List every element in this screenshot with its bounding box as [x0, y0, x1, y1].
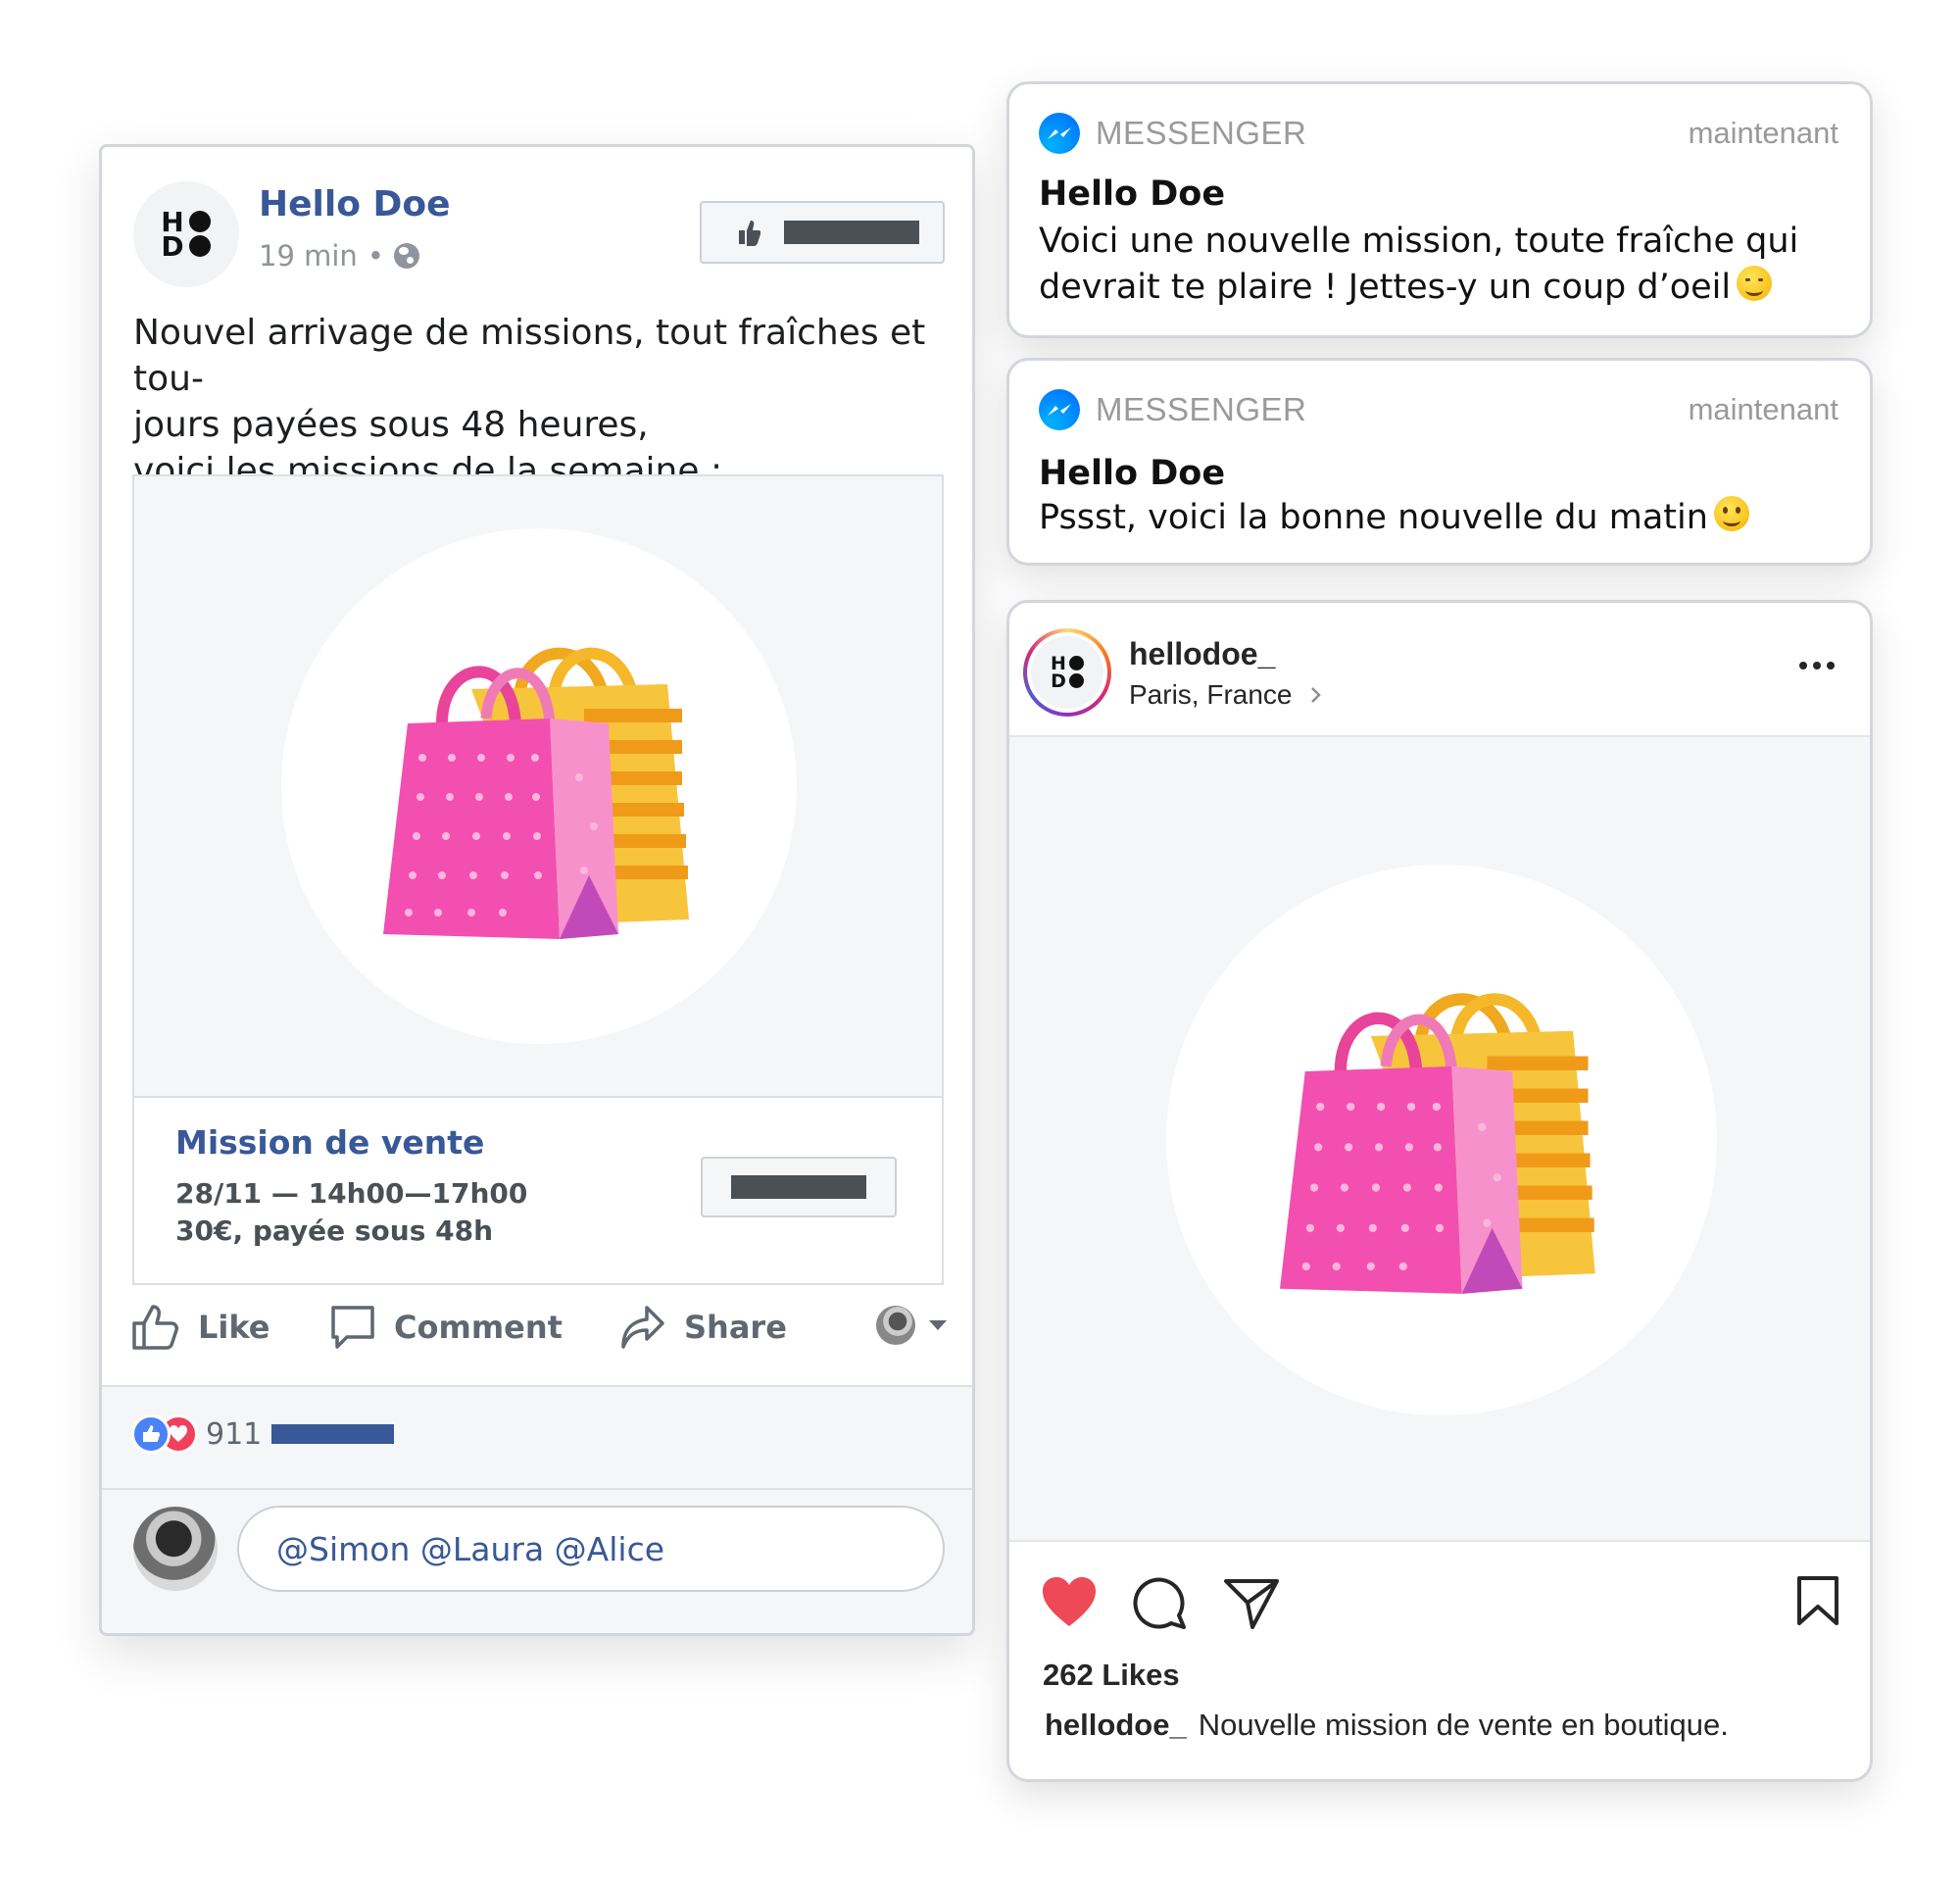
share-label: Share: [684, 1309, 787, 1346]
like-page-button[interactable]: [700, 201, 945, 264]
instagram-post-card: H D hellodoe_ Paris, France 262 Likes he…: [1006, 600, 1873, 1782]
messenger-notification[interactable]: MESSENGER maintenant Hello Doe Voici une…: [1006, 81, 1873, 338]
comment-icon[interactable]: [1133, 1575, 1188, 1630]
redacted-reactors: [271, 1424, 395, 1444]
hodo-logo: H D: [159, 209, 214, 263]
messenger-icon: [1039, 113, 1080, 154]
notification-title: Hello Doe: [1039, 174, 1226, 214]
notification-body: Voici une nouvelle mission, toute fraîch…: [1039, 219, 1842, 311]
shopping-bags-icon: [1280, 993, 1595, 1294]
ig-username[interactable]: hellodoe_: [1129, 636, 1275, 672]
post-image[interactable]: [1009, 735, 1870, 1542]
reaction-count: 911: [206, 1416, 263, 1452]
link-date: 28/11 — 14h00—17h00: [175, 1177, 528, 1210]
bookmark-icon[interactable]: [1796, 1575, 1839, 1626]
notification-header: MESSENGER maintenant: [1039, 388, 1838, 431]
globe-icon: [393, 243, 419, 269]
redacted-label: [784, 221, 919, 244]
page-avatar[interactable]: H D: [133, 181, 239, 287]
thumbs-up-icon: [132, 1305, 178, 1350]
logo-letter: D: [1051, 670, 1066, 692]
shopping-bags-icon: [383, 647, 689, 939]
chevron-down-icon: [929, 1320, 947, 1330]
send-icon[interactable]: [1223, 1575, 1280, 1630]
logo-letter: D: [161, 230, 184, 263]
facebook-post-card: H D Hello Doe 19 min • Nouvel arrivage d…: [99, 144, 975, 1636]
like-reaction-icon: [131, 1414, 171, 1454]
ig-location[interactable]: Paris, France: [1129, 679, 1322, 711]
messenger-notification[interactable]: MESSENGER maintenant Hello Doe Pssst, vo…: [1006, 358, 1873, 566]
meta-separator: •: [367, 239, 384, 273]
location-label: Paris, France: [1129, 679, 1293, 710]
link-image: [134, 476, 942, 1098]
notification-text: Pssst, voici la bonne nouvelle du matin: [1039, 498, 1708, 537]
notification-time: maintenant: [1688, 392, 1838, 426]
post-time[interactable]: 19 min: [259, 239, 358, 273]
winking-face-icon: [1737, 266, 1773, 301]
link-details: 28/11 — 14h00—17h00 30€, payée sous 48h: [175, 1175, 527, 1250]
comment-button[interactable]: Comment: [329, 1304, 563, 1351]
notification-body: Pssst, voici la bonne nouvelle du matin: [1039, 495, 1842, 541]
caption-text: Nouvelle mission de vente en boutique.: [1198, 1708, 1729, 1742]
viewer-avatar: [876, 1306, 915, 1345]
notification-app: MESSENGER: [1096, 115, 1307, 151]
likes-count[interactable]: 262 Likes: [1043, 1658, 1180, 1693]
more-options-icon[interactable]: [1799, 662, 1835, 669]
comment-icon: [331, 1306, 374, 1349]
share-icon: [621, 1306, 664, 1349]
comment-label: Comment: [394, 1309, 563, 1346]
page-name[interactable]: Hello Doe: [259, 184, 451, 224]
messenger-icon: [1039, 389, 1080, 430]
like-button[interactable]: Like: [131, 1304, 270, 1351]
notification-text: Voici une nouvelle mission, toute fraîch…: [1039, 222, 1799, 307]
thumbs-up-icon: [739, 221, 760, 246]
post-text: Nouvel arrivage de missions, tout fraîch…: [133, 310, 947, 494]
notification-time: maintenant: [1688, 116, 1838, 150]
reaction-summary[interactable]: 911: [131, 1414, 395, 1454]
share-button[interactable]: Share: [619, 1304, 787, 1351]
link-pay: 30€, payée sous 48h: [175, 1215, 494, 1247]
post-meta: 19 min •: [259, 239, 419, 273]
caption-username[interactable]: hellodoe_: [1045, 1708, 1187, 1742]
link-preview[interactable]: Mission de vente 28/11 — 14h00—17h00 30€…: [132, 474, 944, 1285]
divider: [102, 1488, 972, 1490]
comment-input[interactable]: @Simon @Laura @Alice: [237, 1506, 945, 1592]
chevron-right-icon: [1310, 687, 1321, 703]
story-ring-avatar[interactable]: H D: [1023, 628, 1111, 717]
hodo-logo: H D: [1050, 655, 1085, 692]
post-text-line: jours payées sous 48 heures,: [133, 405, 649, 445]
like-label: Like: [198, 1309, 270, 1346]
post-text-line: Nouvel arrivage de missions, tout fraîch…: [133, 313, 926, 399]
divider: [102, 1385, 972, 1387]
redacted-label: [731, 1175, 866, 1199]
notification-title: Hello Doe: [1039, 454, 1226, 493]
notification-app: MESSENGER: [1096, 391, 1307, 427]
link-title[interactable]: Mission de vente: [175, 1123, 484, 1162]
heart-icon[interactable]: [1041, 1575, 1098, 1628]
smiling-face-icon: [1713, 496, 1749, 531]
viewer-selector[interactable]: [876, 1306, 947, 1345]
caption: hellodoe_ Nouvelle mission de vente en bo…: [1045, 1708, 1729, 1743]
notification-header: MESSENGER maintenant: [1039, 112, 1838, 155]
commenter-avatar: [133, 1507, 218, 1591]
link-cta-button[interactable]: [701, 1157, 897, 1217]
